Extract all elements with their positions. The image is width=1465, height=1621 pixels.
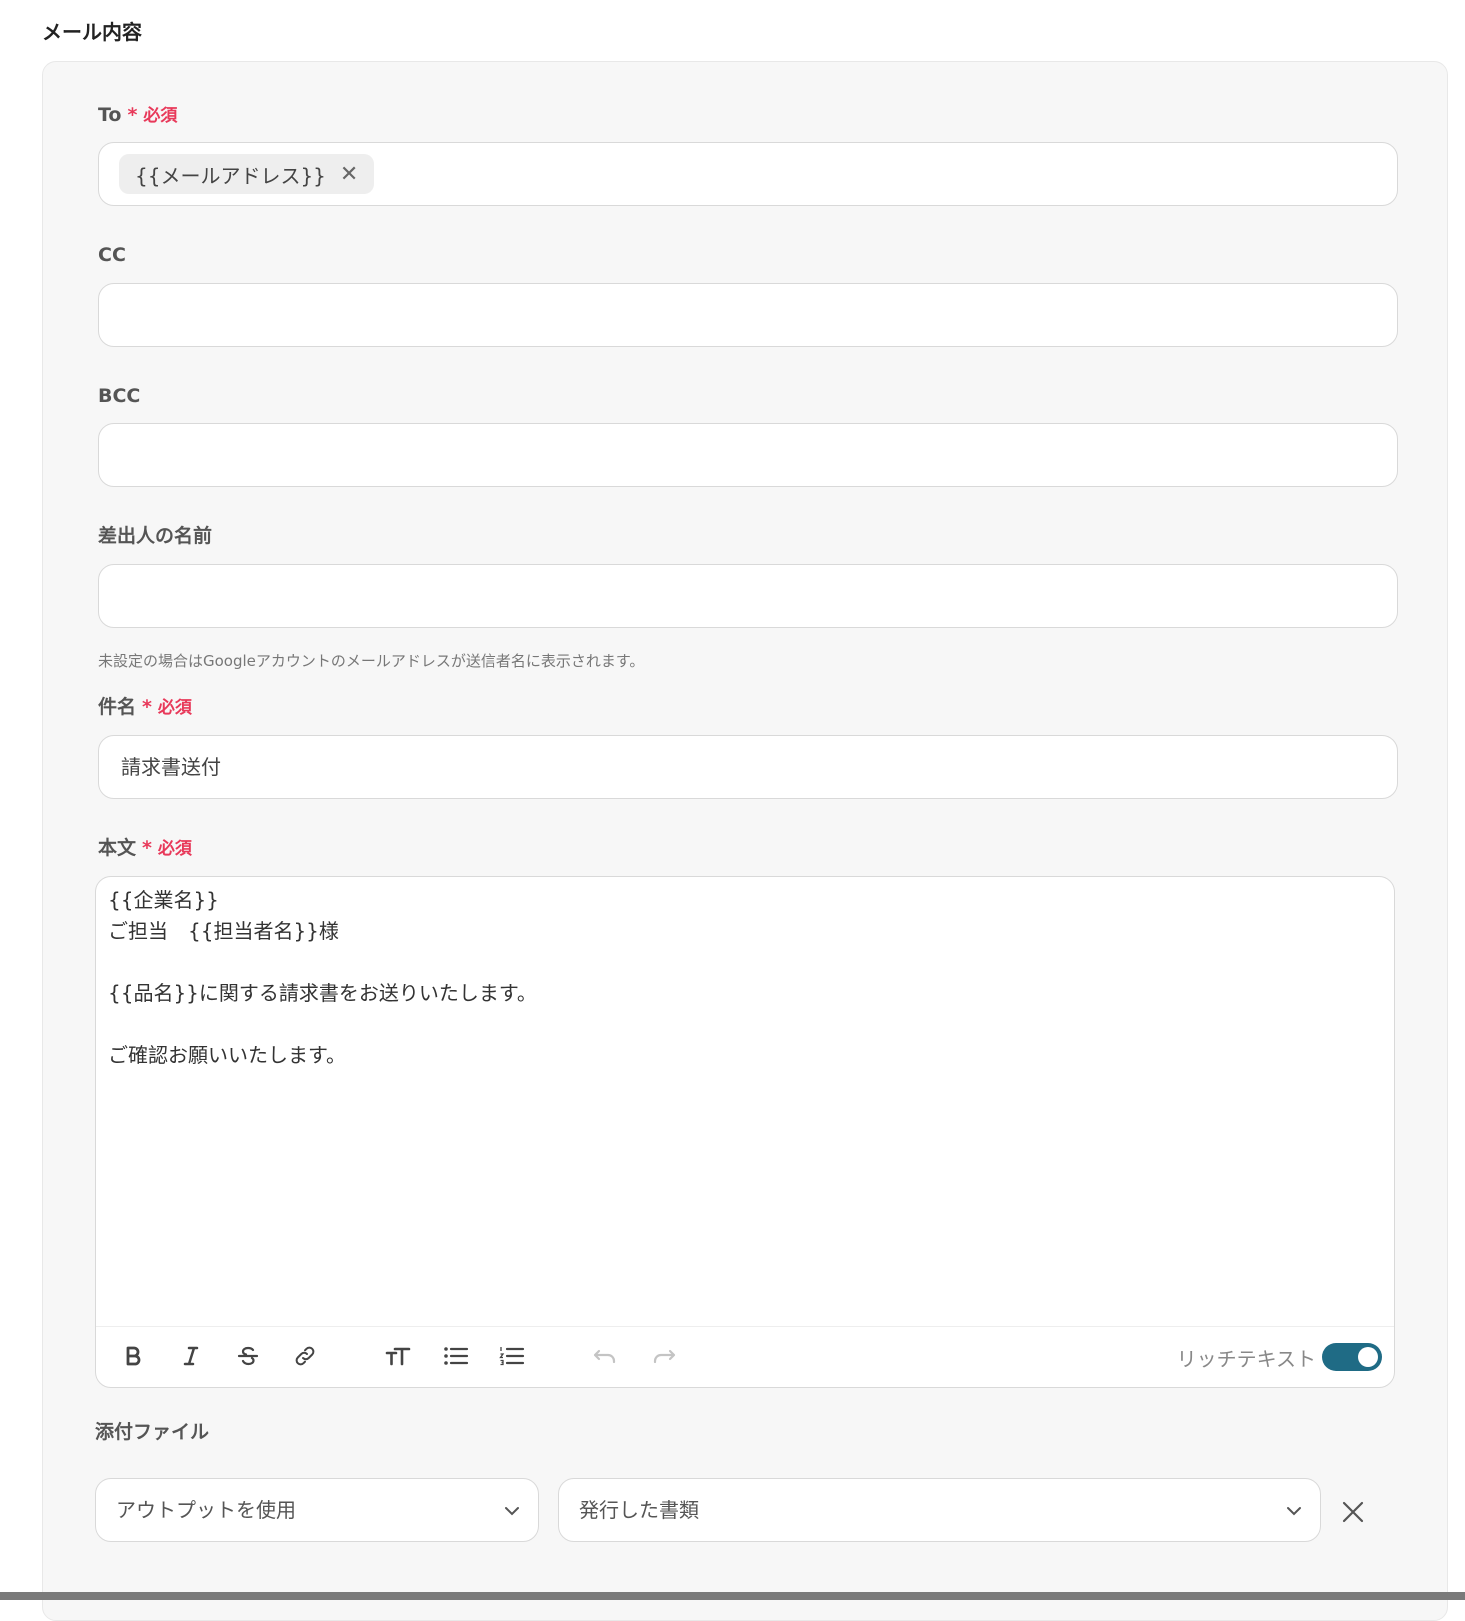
section-title: メール内容 [42,20,142,44]
body-label-text: 本文 [98,837,137,859]
cc-input[interactable] [98,283,1398,347]
subject-input[interactable]: 請求書送付 [98,735,1398,799]
chip-remove-icon[interactable]: ✕ [340,162,358,187]
to-label: To * 必須 [98,102,177,129]
to-chip-text: {{メールアドレス}} [135,163,326,188]
numbered-list-icon[interactable] [493,1337,531,1375]
toggle-knob [1358,1347,1378,1367]
attachment-source-value: アウトプットを使用 [116,1498,296,1522]
attachment-source-select[interactable]: アウトプットを使用 [95,1478,539,1542]
required-badge: * 必須 [142,696,192,718]
to-label-text: To [98,104,122,126]
editor-toolbar: リッチテキスト [96,1326,1394,1387]
italic-icon[interactable] [172,1337,210,1375]
to-chip: {{メールアドレス}} ✕ [119,154,375,194]
subject-label: 件名 * 必須 [98,694,192,721]
to-input[interactable]: {{メールアドレス}} ✕ [98,142,1398,206]
attachment-label: 添付ファイル [95,1421,210,1443]
chevron-down-icon [1287,1507,1301,1516]
body-line [108,947,537,978]
undo-icon[interactable] [586,1337,624,1375]
sender-name-hint: 未設定の場合はGoogleアカウントのメールアドレスが送信者名に表示されます。 [98,652,645,670]
rich-text-toggle[interactable] [1322,1343,1382,1371]
body-editor[interactable]: {{企業名}} ご担当 {{担当者名}}様 {{品名}}に関する請求書をお送りい… [95,876,1395,1388]
chevron-down-icon [505,1507,519,1516]
subject-value: 請求書送付 [121,755,221,779]
body-line: ご担当 {{担当者名}}様 [108,919,339,943]
required-badge: * 必須 [142,837,192,859]
bullet-list-icon[interactable] [437,1337,475,1375]
sender-name-label: 差出人の名前 [98,525,213,547]
link-icon[interactable] [286,1337,324,1375]
rich-text-label: リッチテキスト [1176,1347,1316,1371]
body-text[interactable]: {{企業名}} ご担当 {{担当者名}}様 {{品名}}に関する請求書をお送りい… [108,885,537,1071]
strikethrough-icon[interactable] [229,1337,267,1375]
cc-label: CC [98,244,126,266]
bcc-label: BCC [98,385,141,407]
body-line: ご確認お願いいたします。 [108,1043,346,1067]
attachment-file-select[interactable]: 発行した書類 [558,1478,1321,1542]
bottom-scroll-edge [0,1592,1465,1600]
subject-label-text: 件名 [98,696,137,718]
body-line: {{企業名}} [108,888,219,912]
text-size-icon[interactable] [379,1337,417,1375]
body-line [108,1009,537,1040]
bold-icon[interactable] [114,1337,152,1375]
attachment-file-value: 発行した書類 [579,1498,699,1522]
sender-name-input[interactable] [98,564,1398,628]
body-line: {{品名}}に関する請求書をお送りいたします。 [108,981,537,1005]
redo-icon[interactable] [645,1337,683,1375]
remove-attachment-icon[interactable] [1338,1497,1368,1527]
body-label: 本文 * 必須 [98,835,192,862]
required-badge: * 必須 [127,104,178,126]
bcc-input[interactable] [98,423,1398,487]
